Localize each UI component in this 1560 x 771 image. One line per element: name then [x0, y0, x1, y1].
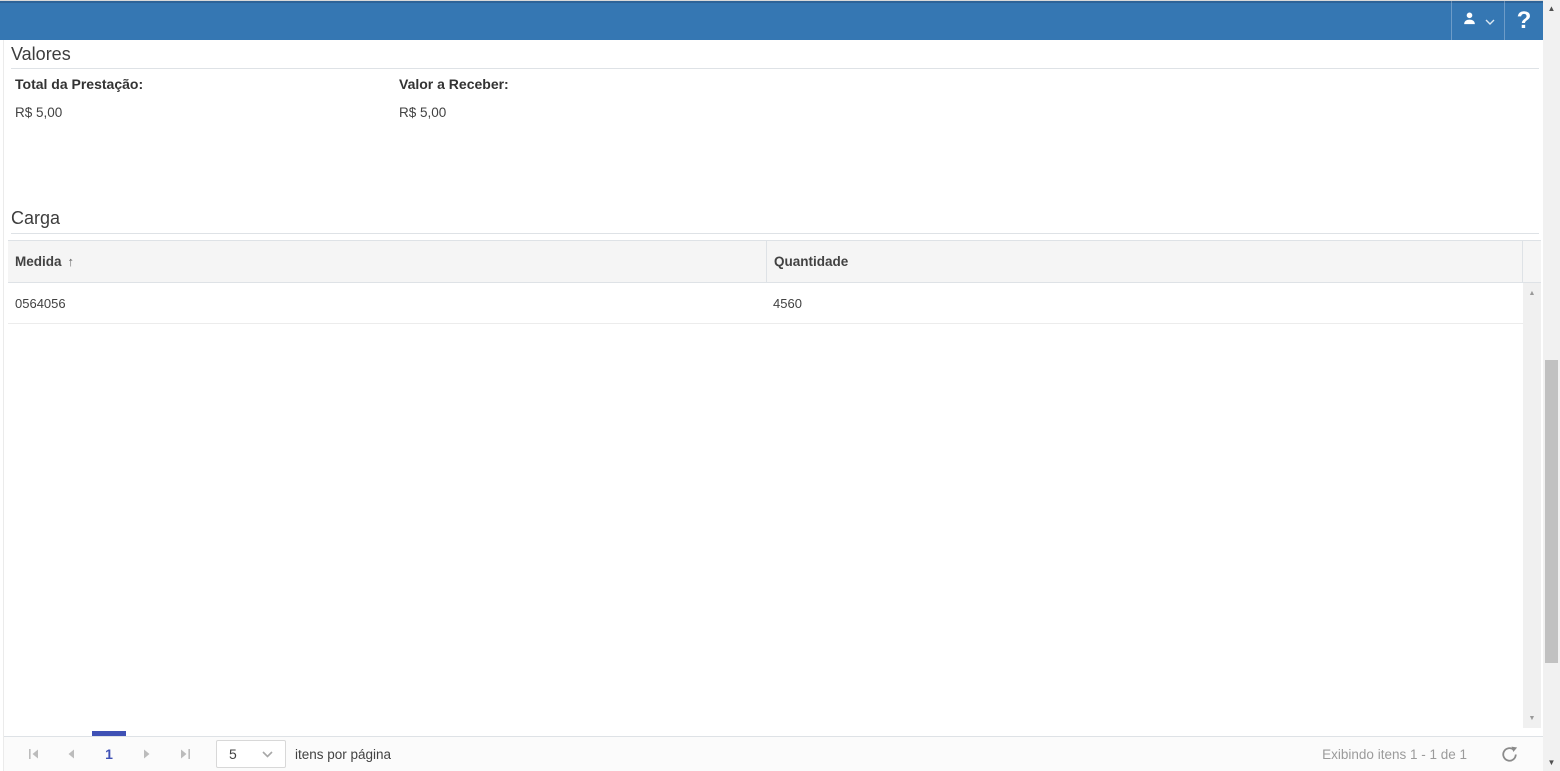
scroll-up-icon[interactable]: ▲ [1523, 285, 1541, 301]
carga-grid: Medida ↑ Quantidade 0564056 4560 ▲ ▼ [8, 240, 1541, 736]
last-page-button[interactable] [166, 737, 204, 771]
question-mark-icon: ? [1516, 6, 1532, 34]
next-page-button[interactable] [128, 737, 166, 771]
grid-header-scroll-pad [1522, 241, 1541, 282]
field-valor-receber: Valor a Receber: R$ 5,00 [399, 76, 509, 120]
scroll-down-icon[interactable]: ▼ [1543, 754, 1560, 771]
column-header-quantidade[interactable]: Quantidade [766, 241, 1522, 282]
caret-right-icon [144, 749, 150, 759]
items-per-page-label: itens por página [295, 746, 392, 762]
section-divider [11, 233, 1539, 234]
table-row[interactable]: 0564056 4560 [8, 283, 1541, 324]
refresh-button[interactable] [1501, 746, 1518, 763]
user-menu-button[interactable] [1452, 1, 1504, 41]
section-divider [11, 68, 1539, 69]
grid-pager: 1 5 itens por página Exibindo itens 1 - … [4, 731, 1544, 771]
grid-header-row: Medida ↑ Quantidade [8, 240, 1541, 283]
scrollbar-thumb[interactable] [1545, 360, 1558, 663]
user-icon [1462, 11, 1477, 31]
help-button[interactable]: ? [1505, 1, 1543, 41]
scroll-down-icon[interactable]: ▼ [1523, 710, 1541, 726]
caret-left-icon [68, 749, 74, 759]
page-number-button[interactable]: 1 [90, 731, 128, 771]
scroll-up-icon[interactable]: ▲ [1543, 0, 1560, 17]
chevron-down-icon [262, 745, 273, 763]
field-value: R$ 5,00 [399, 105, 447, 120]
chevron-down-icon [1485, 12, 1495, 30]
cell-quantidade: 4560 [773, 295, 802, 311]
cell-medida: 0564056 [15, 295, 66, 311]
grid-body: 0564056 4560 ▲ ▼ [8, 283, 1541, 728]
column-header-medida[interactable]: Medida ↑ [8, 241, 766, 282]
seek-last-icon [180, 749, 190, 759]
field-total-prestacao: Total da Prestação: R$ 5,00 [15, 76, 143, 120]
sort-asc-icon: ↑ [67, 254, 75, 269]
field-label: Valor a Receber: [399, 76, 509, 92]
previous-page-button[interactable] [52, 737, 90, 771]
field-value: R$ 5,00 [15, 105, 63, 120]
carga-section-title: Carga [11, 208, 61, 228]
page-scrollbar[interactable]: ▲ ▼ [1543, 0, 1560, 771]
main-content: Valores Total da Prestação: R$ 5,00 Valo… [3, 40, 1544, 771]
grid-scrollbar[interactable]: ▲ ▼ [1523, 283, 1541, 728]
valores-section-title: Valores [11, 44, 71, 64]
pager-status-text: Exibindo itens 1 - 1 de 1 [1322, 746, 1467, 762]
seek-first-icon [28, 749, 38, 759]
app-header-bar: ? [0, 0, 1543, 41]
field-label: Total da Prestação: [15, 76, 144, 92]
refresh-icon [1502, 746, 1518, 762]
page-size-select[interactable]: 5 [216, 740, 286, 768]
first-page-button[interactable] [14, 737, 52, 771]
